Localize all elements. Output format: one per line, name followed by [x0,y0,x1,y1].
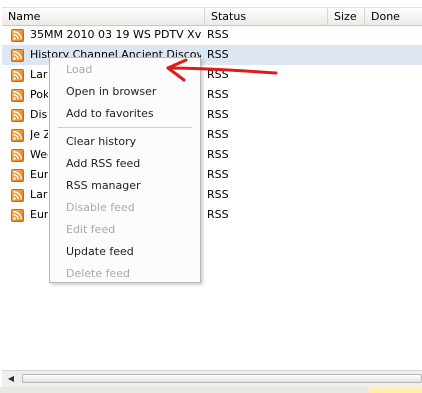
row-name: Euro [30,208,48,221]
rss-feed-icon [11,189,24,202]
column-header-status[interactable]: Status [205,8,328,25]
status-bar-indicator [369,387,422,393]
row-status: RSS [207,88,229,101]
torrent-list-window: Name Status Size Done 35MM 2010 03 19 WS… [0,0,422,393]
row-status: RSS [207,168,229,181]
menu-item-edit-feed[interactable]: Edit feed [66,220,115,240]
rss-feed-icon [11,169,24,182]
row-status: RSS [207,128,229,141]
rss-feed-icon [11,109,24,122]
menu-item-update-feed[interactable]: Update feed [66,242,134,262]
rss-feed-icon [11,149,24,162]
row-name: Euro [30,168,48,181]
row-status: RSS [207,108,229,121]
rss-feed-icon [11,89,24,102]
red-arrow-pointer-icon [166,58,278,82]
horizontal-scrollbar[interactable]: ◀ [2,370,422,387]
rss-feed-icon [11,29,24,42]
row-name: Disc [30,108,48,121]
rss-feed-icon [11,49,24,62]
row-name: 35MM 2010 03 19 WS PDTV XviD-aAF [30,28,201,41]
table-row[interactable]: 35MM 2010 03 19 WS PDTV XviD-aAF RSS [2,25,422,45]
menu-item-disable-feed[interactable]: Disable feed [66,198,135,218]
column-header-done[interactable]: Done [365,8,422,25]
rss-feed-icon [11,209,24,222]
menu-item-open-in-browser[interactable]: Open in browser [66,82,156,102]
column-header-size[interactable]: Size [328,8,365,25]
menu-item-load[interactable]: Load [66,60,92,80]
menu-item-delete-feed[interactable]: Delete feed [66,264,130,284]
rss-feed-icon [11,129,24,142]
row-name: Pok [30,88,48,101]
menu-item-add-to-favorites[interactable]: Add to favorites [66,104,154,124]
rss-feed-icon [11,69,24,82]
row-status: RSS [207,148,229,161]
row-name: Je Z [30,128,48,141]
row-status: RSS [207,188,229,201]
scroll-left-icon[interactable]: ◀ [5,373,17,385]
context-menu: Load Open in browser Add to favorites Cl… [49,57,201,283]
row-status: RSS [207,208,229,221]
row-status: RSS [207,28,229,41]
row-name: Lark [30,68,48,81]
menu-item-rss-manager[interactable]: RSS manager [66,176,141,196]
scrollbar-thumb[interactable] [22,374,422,383]
column-header: Name Status Size Done [2,7,422,26]
menu-item-clear-history[interactable]: Clear history [66,132,136,152]
menu-item-add-rss-feed[interactable]: Add RSS feed [66,154,140,174]
menu-separator [58,127,192,128]
row-name: Lark [30,188,48,201]
status-bar [0,387,422,393]
column-header-name[interactable]: Name [2,8,205,25]
row-name: Wee [30,148,48,161]
